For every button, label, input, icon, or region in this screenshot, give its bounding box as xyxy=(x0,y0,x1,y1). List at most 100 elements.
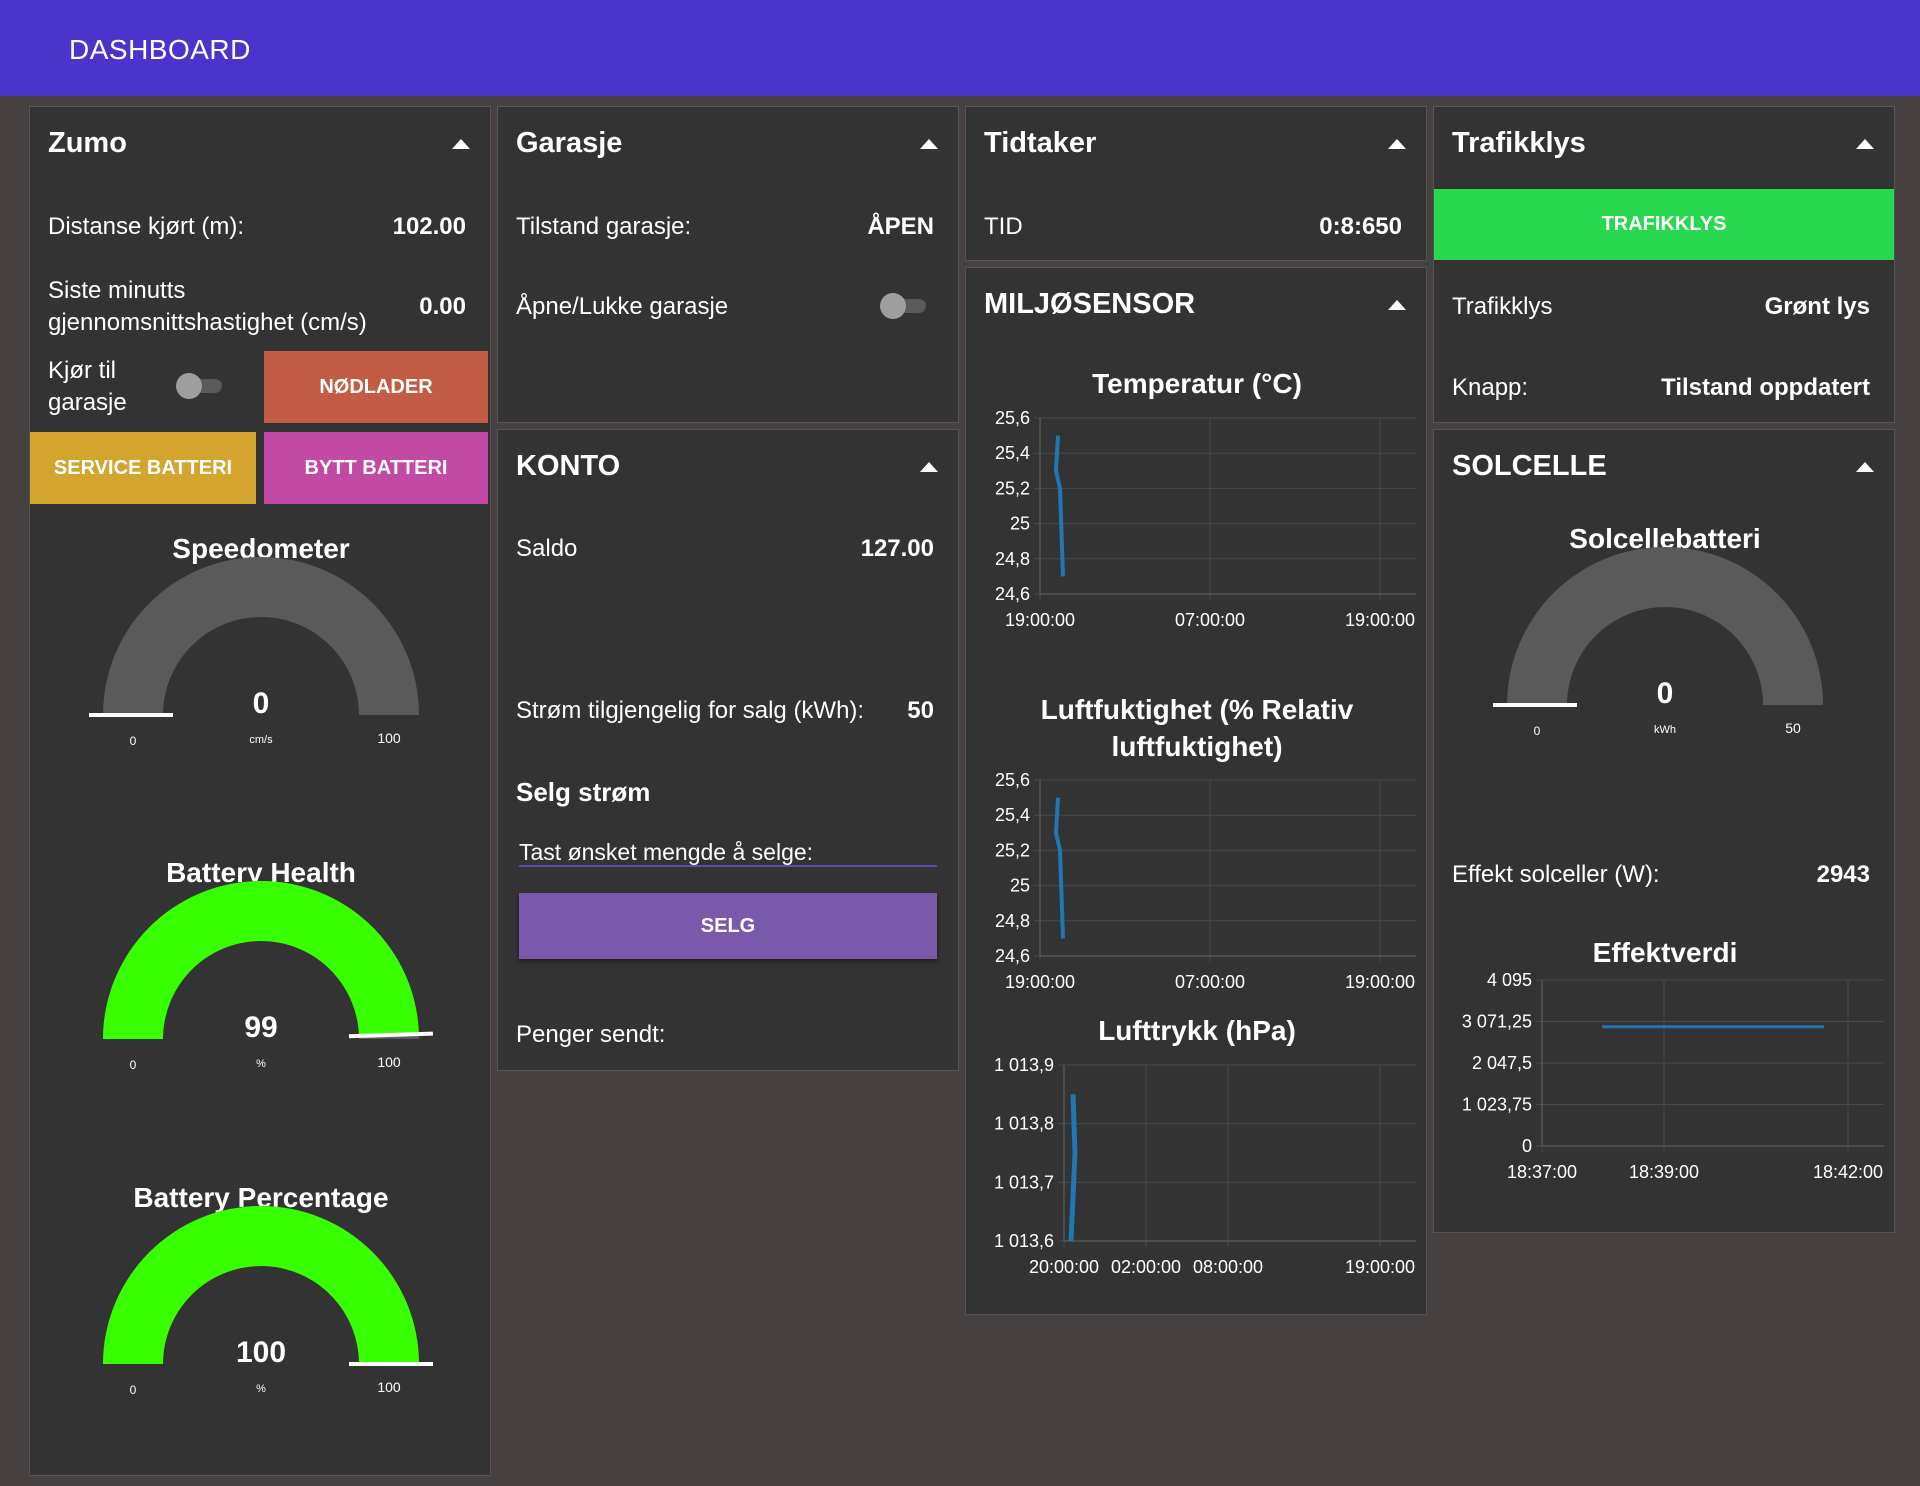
solar-battery-gauge: Solcellebatteri 0 kWh 0 50 xyxy=(1434,515,1894,815)
humidity-chart: 25,6 25,4 25,2 25 24,8 24,6 19:00:00 07:00:00 19… xyxy=(995,770,1416,992)
y-tick-label: 3 071,25 xyxy=(1462,1012,1532,1032)
x-tick-label: 19:00:00 xyxy=(1005,972,1075,992)
emergency-charge-button[interactable]: NØDLADER xyxy=(264,351,488,423)
collapse-caret-icon[interactable] xyxy=(920,139,938,149)
battery-percentage-gauge: Battery Percentage 100% 0 100 xyxy=(30,1174,490,1474)
garage-state-value: ÅPEN xyxy=(867,213,934,240)
sell-button[interactable]: SELG xyxy=(519,893,937,959)
collapse-caret-icon[interactable] xyxy=(1388,300,1406,310)
traffic-light-panel: Trafikklys TRAFIKKLYS Trafikklys Grønt l… xyxy=(1433,106,1895,423)
gauge-value: 100 xyxy=(236,1336,286,1369)
x-tick-label: 07:00:00 xyxy=(1175,610,1245,630)
timer-value: 0:8:650 xyxy=(1319,213,1402,240)
garage-open-close-toggle[interactable] xyxy=(880,293,930,319)
collapse-caret-icon[interactable] xyxy=(920,462,938,472)
toggle-knob xyxy=(880,293,906,319)
collapse-caret-icon[interactable] xyxy=(1856,462,1874,472)
gauge-unit: % xyxy=(256,1383,266,1395)
gauge-svg: 0 kWh 0 50 xyxy=(1493,547,1823,738)
traffic-light-label: Trafikklys xyxy=(1452,293,1553,320)
environment-title: MILJØSENSOR xyxy=(984,288,1196,320)
swap-battery-button[interactable]: BYTT BATTERI xyxy=(264,432,488,504)
y-tick-label: 1 013,6 xyxy=(994,1231,1054,1251)
sell-power-heading: Selg strøm xyxy=(516,777,651,807)
x-tick-label: 19:00:00 xyxy=(1345,1257,1415,1277)
power-available-label: Strøm tilgjengelig for salg (kWh): xyxy=(516,697,865,724)
garage-title: Garasje xyxy=(516,127,623,159)
drive-to-garage-toggle[interactable] xyxy=(176,373,226,399)
gauge-max: 100 xyxy=(377,1054,401,1070)
balance-value: 127.00 xyxy=(860,535,934,562)
money-sent-label: Penger sendt: xyxy=(516,1021,666,1048)
zumo-panel: Zumo Distanse kjørt (m): 102.00 Siste mi… xyxy=(29,106,491,1476)
button-state-value: Tilstand oppdatert xyxy=(1661,374,1870,401)
distance-label: Distanse kjørt (m): xyxy=(48,213,245,240)
pressure-chart: 1 013,9 1 013,8 1 013,7 1 013,6 20:00:00 02:0… xyxy=(994,1055,1416,1277)
app-title: DASHBOARD xyxy=(69,34,251,65)
speed-value: 0.00 xyxy=(419,293,466,320)
y-tick-label: 24,8 xyxy=(995,911,1030,931)
y-tick-label: 25,2 xyxy=(995,478,1030,498)
temperature-chart-title: Temperatur (°C) xyxy=(1092,368,1302,399)
y-tick-label: 2 047,5 xyxy=(1472,1053,1532,1073)
pressure-chart-title: Lufttrykk (hPa) xyxy=(1098,1015,1296,1046)
x-tick-label: 02:00:00 xyxy=(1111,1257,1181,1277)
zumo-title: Zumo xyxy=(48,127,127,159)
y-tick-label: 24,6 xyxy=(995,946,1030,966)
gauge-value: 0 xyxy=(1657,677,1674,710)
y-tick-label: 25,2 xyxy=(995,840,1030,860)
collapse-caret-icon[interactable] xyxy=(452,139,470,149)
account-panel: KONTO Saldo 127.00 Strøm tilgjengelig fo… xyxy=(497,429,959,1071)
x-tick-label: 18:42:00 xyxy=(1813,1162,1883,1182)
traffic-light-button[interactable]: TRAFIKKLYS xyxy=(1434,189,1894,260)
gauge-unit: kWh xyxy=(1654,724,1676,736)
traffic-title: Trafikklys xyxy=(1452,127,1586,159)
timer-label: TID xyxy=(984,213,1023,240)
power-chart-title: Effektverdi xyxy=(1592,937,1738,968)
gauge-value: 0 xyxy=(253,687,270,720)
gauge-value: 99 xyxy=(244,1011,277,1044)
timer-panel: Tidtaker TID 0:8:650 xyxy=(965,106,1427,261)
environment-sensor-panel: MILJØSENSOR Temperatur (°C) 25,6 25,4 25,2… xyxy=(965,267,1427,1315)
y-tick-label: 25 xyxy=(1010,876,1030,896)
collapse-caret-icon[interactable] xyxy=(1856,139,1874,149)
series-line xyxy=(1068,1094,1078,1242)
sell-amount-input[interactable]: Tast ønsket mengde å selge: xyxy=(519,836,934,868)
toggle-knob xyxy=(176,373,202,399)
collapse-caret-icon[interactable] xyxy=(1388,139,1406,149)
y-tick-label: 24,6 xyxy=(995,584,1030,604)
solar-panel: SOLCELLE Solcellebatteri 0 kWh 0 50 Effekt … xyxy=(1433,429,1895,1233)
y-tick-label: 25,4 xyxy=(995,443,1030,463)
y-tick-label: 1 013,8 xyxy=(994,1114,1054,1134)
x-tick-label: 18:37:00 xyxy=(1507,1162,1577,1182)
gauge-min: 0 xyxy=(130,1383,137,1397)
y-tick-label: 25,4 xyxy=(995,805,1030,825)
y-tick-label: 4 095 xyxy=(1487,970,1532,990)
y-tick-label: 1 013,9 xyxy=(994,1055,1054,1075)
gauge-needle xyxy=(348,1031,433,1039)
x-tick-label: 07:00:00 xyxy=(1175,972,1245,992)
y-tick-label: 1 013,7 xyxy=(994,1172,1054,1192)
y-tick-label: 25,6 xyxy=(995,408,1030,428)
solar-power-value: 2943 xyxy=(1816,861,1870,888)
button-state-label: Knapp: xyxy=(1452,374,1529,401)
drive-to-garage-label: Kjør til garasje xyxy=(48,357,127,416)
speed-label: Siste minutts gjennomsnittshastighet (cm… xyxy=(48,277,367,336)
solar-title: SOLCELLE xyxy=(1452,450,1607,482)
sell-input-underline xyxy=(519,865,937,867)
gauge-min: 0 xyxy=(1534,724,1541,738)
y-tick-label: 1 023,75 xyxy=(1462,1095,1532,1115)
series-line xyxy=(1053,435,1065,577)
distance-value: 102.00 xyxy=(392,213,466,240)
x-tick-label: 19:00:00 xyxy=(1345,972,1415,992)
gauge-min: 0 xyxy=(130,734,137,748)
humidity-chart-title: Luftfuktighet (% Relativ luftfuktighet) xyxy=(1040,694,1354,762)
temperature-chart: 25,6 25,4 25,2 25 24,8 24,6 19:00:00 07:00:00 19… xyxy=(995,408,1416,630)
service-battery-button[interactable]: SERVICE BATTERI xyxy=(30,432,256,504)
battery-health-gauge: Battery Health 99% 0 100 xyxy=(30,849,490,1149)
gauge-svg: 0 cm/s 0 100 xyxy=(89,557,419,748)
x-tick-label: 20:00:00 xyxy=(1029,1257,1099,1277)
x-tick-label: 08:00:00 xyxy=(1193,1257,1263,1277)
gauge-unit: % xyxy=(256,1058,266,1070)
speedometer-gauge: Speedometer 0 cm/s 0 100 xyxy=(30,525,490,825)
